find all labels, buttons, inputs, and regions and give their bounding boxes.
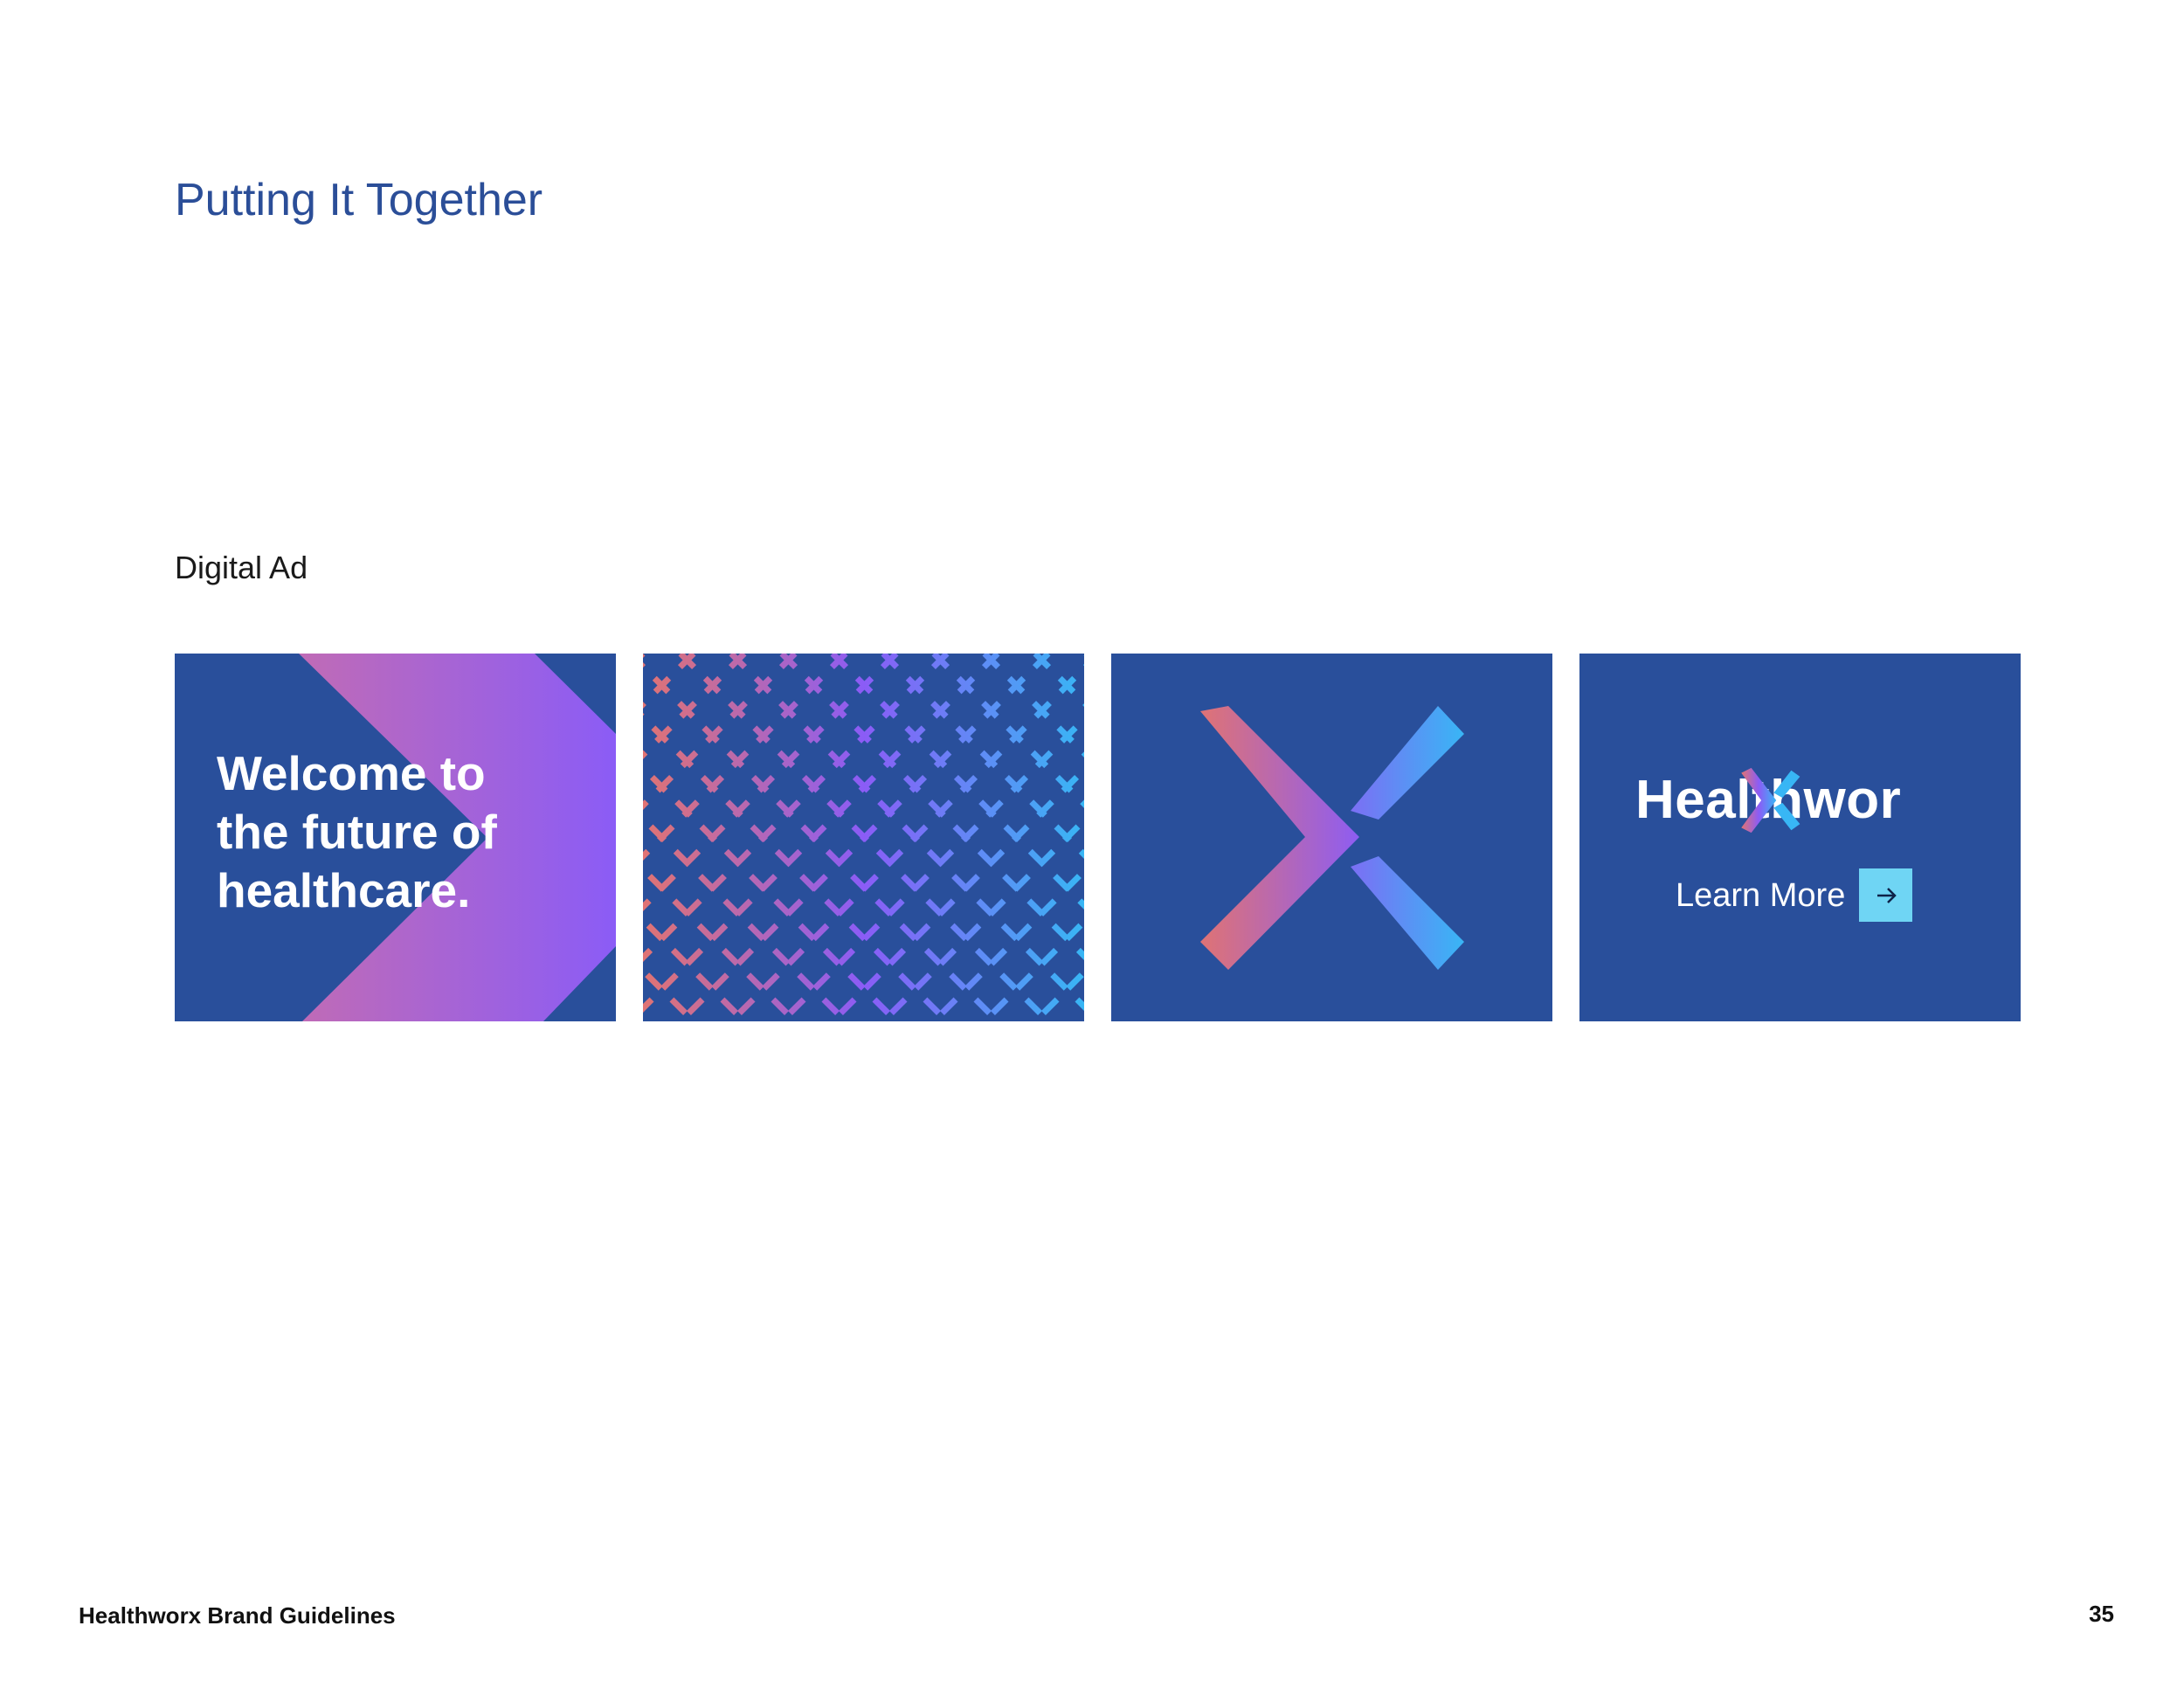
x-lattice-pattern-icon [643, 654, 1084, 1016]
ad-panel-pattern [643, 654, 1084, 1021]
healthworx-x-mark-icon [1200, 706, 1464, 970]
footer-brand: Healthworx Brand Guidelines [79, 1602, 396, 1629]
x-mark-icon [1741, 767, 1800, 834]
ad-panel-mark [1111, 654, 1552, 1021]
section-label: Digital Ad [175, 550, 308, 585]
ad-headline-line: healthcare. [217, 863, 471, 917]
ad-headline: Welcome to the future of healthcare. [217, 744, 497, 920]
cta-row: Learn More [1676, 868, 1913, 922]
learn-more-button[interactable] [1859, 868, 1913, 922]
brand-logo: Healthwor [1635, 765, 1901, 835]
ad-headline-line: the future of [217, 805, 497, 859]
learn-more-label[interactable]: Learn More [1676, 869, 1845, 922]
ad-panel-cta: Healthwor Learn More [1579, 654, 2021, 1021]
arrow-right-icon [1876, 887, 1897, 903]
ad-headline-line: Welcome to [217, 746, 486, 800]
page-title: Putting It Together [175, 175, 543, 225]
page-number: 35 [2089, 1601, 2114, 1627]
ad-panel-welcome: Welcome to the future of healthcare. [175, 654, 616, 1021]
